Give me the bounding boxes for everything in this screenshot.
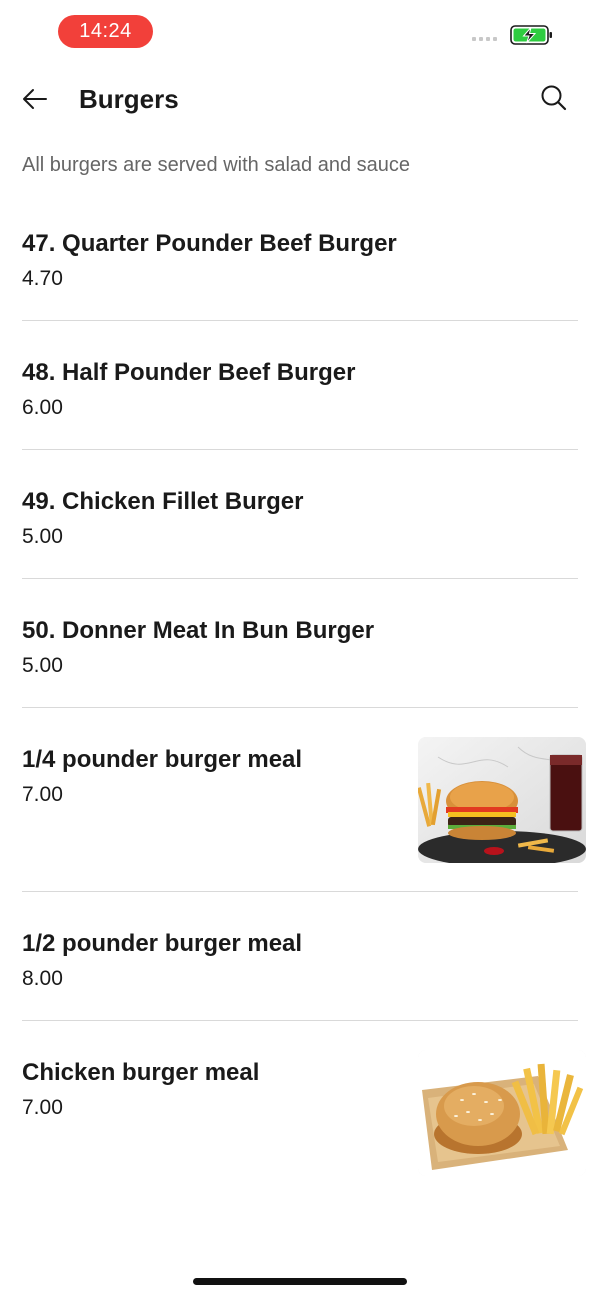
item-price: 7.00 [22,783,63,806]
item-price: 8.00 [22,967,63,990]
item-price: 7.00 [22,1096,63,1119]
item-name: 47. Quarter Pounder Beef Burger [22,230,397,257]
search-icon[interactable] [538,82,570,114]
menu-item[interactable]: 48. Half Pounder Beef Burger 6.00 [0,321,600,450]
signal-icon [472,37,497,41]
item-price: 4.70 [22,267,63,290]
menu-item[interactable]: 1/4 pounder burger meal 7.00 [0,708,600,892]
item-name: 48. Half Pounder Beef Burger [22,359,356,386]
chicken-burger-fries-photo[interactable] [418,1050,586,1176]
category-description: All burgers are served with salad and sa… [22,154,410,176]
item-name: Chicken burger meal [22,1059,260,1086]
item-name: 49. Chicken Fillet Burger [22,488,304,515]
item-name: 1/4 pounder burger meal [22,746,303,773]
menu-item[interactable]: 50. Donner Meat In Bun Burger 5.00 [0,579,600,708]
menu-item[interactable]: 49. Chicken Fillet Burger 5.00 [0,450,600,579]
burger-meal-photo[interactable] [418,737,586,863]
menu-item[interactable]: 47. Quarter Pounder Beef Burger 4.70 [0,200,600,321]
menu-item[interactable]: Chicken burger meal 7.00 [0,1021,600,1205]
back-arrow-icon[interactable] [18,82,52,116]
menu-list: 47. Quarter Pounder Beef Burger 4.70 48.… [0,200,600,1205]
menu-item[interactable]: 1/2 pounder burger meal 8.00 [0,892,600,1021]
item-price: 5.00 [22,654,63,677]
battery-charging-icon [510,25,552,45]
status-bar: 14:24 [0,0,600,62]
item-name: 50. Donner Meat In Bun Burger [22,617,375,644]
page-title: Burgers [79,84,179,114]
item-name: 1/2 pounder burger meal [22,930,303,957]
home-indicator [193,1278,407,1285]
app-header: Burgers [0,62,600,134]
status-time: 14:24 [58,15,153,48]
item-price: 5.00 [22,525,63,548]
item-price: 6.00 [22,396,63,419]
